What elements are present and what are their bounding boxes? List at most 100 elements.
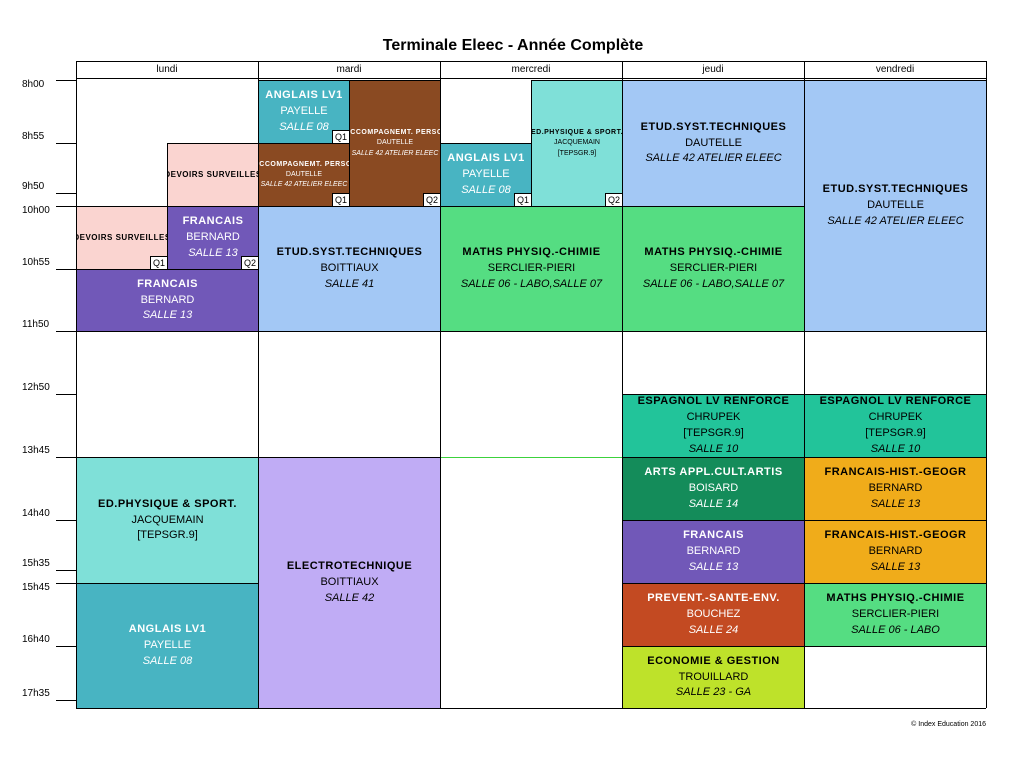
time-tick [56,520,76,521]
course-block[interactable]: ESPAGNOL LV RENFORCE CHRUPEK [TEPSGR.9] SAL… [804,394,987,458]
time-label: 9h50 [22,181,45,192]
course-subject: ELECTROTECHNIQUE [286,560,413,573]
course-room: SALLE 42 ATELIER ELEEC [645,152,782,165]
course-block[interactable]: DEVOIRS SURVEILLES [167,143,259,207]
course-subject: ACCOMPAGNEMT. PERSO. [258,160,350,168]
course-room: SALLE 42 ATELIER ELEEC [827,214,964,227]
course-block[interactable]: MATHS PHYSIQ.-CHIMIE SERCLIER-PIERI SALLE … [440,206,623,332]
time-label: 13h45 [22,445,50,456]
course-room: SALLE 24 [688,623,739,636]
time-tick [56,331,76,332]
course-detail: BERNARD [868,482,923,495]
course-room: SALLE 13 [870,497,921,510]
course-detail: [TEPSGR.9] [865,427,926,439]
group-badge: Q2 [240,256,258,269]
copyright-notice: © Index Education 2016 [911,721,986,728]
course-detail: BOUCHEZ [686,608,741,621]
course-subject: ARTS APPL.CULT.ARTIS [644,466,783,479]
course-subject: MATHS PHYSIQ.-CHIMIE [462,246,601,259]
course-detail: PAYELLE [143,639,192,652]
course-detail: BERNARD [686,545,741,558]
course-room: SALLE 41 [324,277,375,290]
course-block[interactable]: ANGLAIS LV1 PAYELLE SALLE 08 [76,583,259,709]
course-block[interactable]: FRANCAIS-HIST.-GEOGR BERNARD SALLE 13 [804,520,987,584]
course-block[interactable]: FRANCAIS BERNARD SALLE 13 Q2 [167,206,259,270]
course-block[interactable]: DEVOIRS SURVEILLES Q1 [76,206,168,270]
course-detail: DAUTELLE [376,139,414,147]
group-badge: Q2 [604,193,622,206]
group-badge: Q1 [149,256,167,269]
course-subject: ACCOMPAGNEMT. PERSO. [349,129,441,137]
timetable-grid: lundi mardi mercredi jeudi vendredi 8h00 8h55 9… [0,0,1026,769]
course-block[interactable]: ACCOMPAGNEMT. PERSO. DAUTELLE SALLE 42 ATE… [258,143,350,207]
course-block[interactable]: ETUD.SYST.TECHNIQUES DAUTELLE SALLE 42 ATE… [804,80,987,332]
time-tick [56,646,76,647]
time-tick [56,700,76,701]
course-block[interactable]: ED.PHYSIQUE & SPORT. JACQUEMAIN [TEPSGR.9] [76,457,259,584]
course-detail: SERCLIER-PIERI [851,608,940,621]
course-room: SALLE 10 [870,442,921,455]
course-block[interactable]: MATHS PHYSIQ.-CHIMIE SERCLIER-PIERI SALLE … [804,583,987,647]
course-detail: [TEPSGR.9] [557,149,597,157]
time-tick [56,394,76,395]
course-room: SALLE 06 - LABO,SALLE 07 [460,277,603,290]
course-block[interactable]: MATHS PHYSIQ.-CHIMIE SERCLIER-PIERI SALLE … [622,206,805,332]
time-label: 12h50 [22,382,50,393]
course-block[interactable]: ED.PHYSIQUE & SPORT. JACQUEMAIN [TEPSGR.9]… [531,80,623,207]
course-room: SALLE 42 [324,591,375,604]
course-detail: BERNARD [186,231,240,244]
course-subject: ETUD.SYST.TECHNIQUES [276,246,423,259]
course-block[interactable]: ETUD.SYST.TECHNIQUES DAUTELLE SALLE 42 ATE… [622,80,805,207]
course-block[interactable]: FRANCAIS-HIST.-GEOGR BERNARD SALLE 13 [804,457,987,521]
course-subject: ED.PHYSIQUE & SPORT. [98,497,237,510]
course-block[interactable]: ESPAGNOL LV RENFORCE CHRUPEK [TEPSGR.9] SAL… [622,394,805,458]
course-room: SALLE 13 [870,560,921,573]
course-subject: ESPAGNOL LV RENFORCE [637,395,790,408]
course-detail: BERNARD [140,293,195,306]
group-badge: Q1 [331,130,349,143]
course-detail: DAUTELLE [685,136,742,149]
course-detail: [TEPSGR.9] [683,427,744,439]
time-tick [56,193,76,194]
day-header-lundi: lundi [156,64,178,75]
course-detail: DAUTELLE [285,170,323,178]
day-header-mardi: mardi [336,64,362,75]
course-subject: FRANCAIS-HIST.-GEOGR [824,529,967,542]
course-detail: CHRUPEK [868,411,923,424]
course-subject: ETUD.SYST.TECHNIQUES [822,183,969,196]
course-block[interactable]: ARTS APPL.CULT.ARTIS BOISARD SALLE 14 [622,457,805,521]
time-tick [56,457,76,458]
time-tick [56,583,76,584]
time-tick [56,206,76,207]
course-block[interactable]: ANGLAIS LV1 PAYELLE SALLE 08 Q1 [440,143,532,207]
course-subject: ANGLAIS LV1 [447,152,525,165]
time-tick [56,269,76,270]
course-block[interactable]: PREVENT.-SANTE-ENV. BOUCHEZ SALLE 24 [622,583,805,647]
course-room: SALLE 06 - LABO [851,623,940,636]
course-detail: PAYELLE [462,168,510,181]
course-detail: SERCLIER-PIERI [669,262,758,275]
time-label: 16h40 [22,634,50,645]
course-room: SALLE 42 ATELIER ELEEC [351,149,439,157]
course-block[interactable]: ANGLAIS LV1 PAYELLE SALLE 08 Q1 [258,80,350,144]
course-block[interactable]: ETUD.SYST.TECHNIQUES BOITTIAUX SALLE 41 [258,206,441,332]
course-block[interactable]: FRANCAIS BERNARD SALLE 13 [76,269,259,332]
course-detail: TROUILLARD [678,670,749,683]
group-badge: Q1 [331,193,349,206]
course-block[interactable]: ELECTROTECHNIQUE BOITTIAUX SALLE 42 [258,457,441,709]
course-block[interactable]: FRANCAIS BERNARD SALLE 13 [622,520,805,584]
course-subject: ANGLAIS LV1 [128,623,207,636]
day-header-jeudi: jeudi [702,64,724,75]
time-label: 14h40 [22,508,50,519]
course-subject: ANGLAIS LV1 [265,89,343,102]
course-subject: ED.PHYSIQUE & SPORT. [531,129,623,137]
course-block[interactable]: ACCOMPAGNEMT. PERSO. DAUTELLE SALLE 42 ATE… [349,80,441,207]
time-label: 8h55 [22,131,45,142]
course-block[interactable]: ECONOMIE & GESTION TROUILLARD SALLE 23 - G… [622,646,805,709]
course-room: SALLE 13 [188,246,238,259]
course-subject: MATHS PHYSIQ.-CHIMIE [644,246,783,259]
group-badge: Q2 [422,193,440,206]
course-subject: ESPAGNOL LV RENFORCE [819,395,972,408]
course-subject: PREVENT.-SANTE-ENV. [647,592,780,605]
time-label: 10h55 [22,257,50,268]
